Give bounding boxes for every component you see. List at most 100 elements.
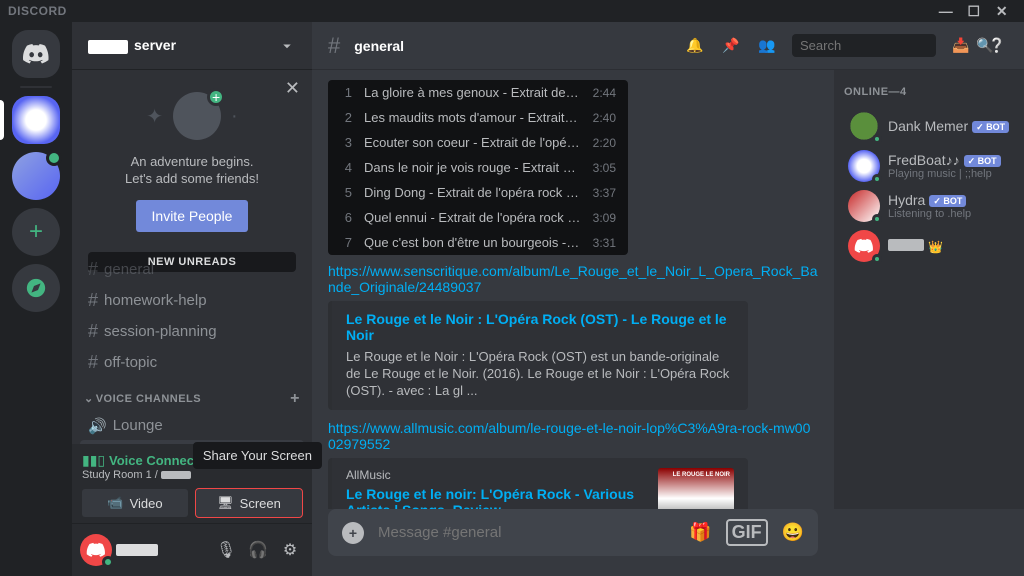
track-number: 5 [340,185,352,200]
invite-text-1: An adventure begins. [88,154,296,171]
hashtag-icon: # [88,290,98,311]
track-title: Dans le noir je vois rouge - Extrait de … [364,160,581,175]
server-icon-2[interactable] [12,152,60,200]
gif-button[interactable]: GIF [726,519,768,546]
embed-title[interactable]: Le Rouge et le noir: L'Opéra Rock - Vari… [346,486,644,509]
bot-tag: ✓ BOT [929,195,966,207]
track-number: 2 [340,110,352,125]
app-logo-text: DISCORD [8,4,67,18]
track-title: Ecouter son coeur - Extrait de l'opéra r… [364,135,581,150]
mute-icon[interactable]: 🎙 [212,540,240,560]
voice-lounge[interactable]: 🔊Lounge [80,412,304,440]
track-number: 3 [340,135,352,150]
user-area: 🎙 🎧 ⚙ [72,524,312,576]
help-icon[interactable]: ❔ [986,37,1008,54]
track-row[interactable]: 3 Ecouter son coeur - Extrait de l'opéra … [328,130,628,155]
invite-card: ✕ ✦ + · An adventure begins. Let's add s… [72,70,312,248]
member-list: ONLINE—4 Dank Memer✓ BOT FredBoat♪♪✓ BOT… [834,70,1024,509]
voice-connected-panel: Share Your Screen ▮▮▯ Voice Connected St… [72,444,312,524]
members-icon[interactable]: 👥 [756,37,778,54]
message-list[interactable]: 1 La gloire à mes genoux - Extrait de l'o… [312,70,834,509]
invite-avatar-placeholder: + [173,92,221,140]
voice-category[interactable]: ⌄VOICE CHANNELS+ [80,378,304,412]
screen-share-button[interactable]: 🖥Screen [196,489,302,517]
emoji-icon[interactable]: 😀 [782,522,804,543]
notifications-icon[interactable]: 🔔 [684,37,706,54]
add-channel-icon[interactable]: + [290,390,300,408]
window-close[interactable]: ✕ [988,3,1016,20]
invite-people-button[interactable]: Invite People [136,200,249,232]
attach-button[interactable]: + [342,522,364,544]
track-row[interactable]: 1 La gloire à mes genoux - Extrait de l'o… [328,80,628,105]
close-icon[interactable]: ✕ [285,78,300,99]
embed-title[interactable]: Le Rouge et le Noir : L'Opéra Rock (OST)… [346,311,734,343]
channel-header: # general 🔔 📌 👥 🔍 📥 ❔ [312,22,1024,70]
self-avatar[interactable] [80,534,112,566]
server-badge-icon [46,150,62,166]
settings-icon[interactable]: ⚙ [276,540,304,560]
track-duration: 2:20 [593,136,616,150]
track-duration: 2:44 [593,86,616,100]
bot-tag: ✓ BOT [964,155,1001,167]
server-divider [20,86,52,88]
track-duration: 3:05 [593,161,616,175]
channel-session-planning[interactable]: #session-planning [80,316,304,347]
camera-icon: 📹 [107,495,123,511]
avatar [848,110,880,142]
avatar [848,190,880,222]
hashtag-icon: # [328,33,340,59]
member-category: ONLINE—4 [844,86,1014,98]
server-header[interactable]: server [72,22,312,70]
spotify-tracklist-embed: 1 La gloire à mes genoux - Extrait de l'o… [328,80,628,255]
server-icon-current[interactable] [12,96,60,144]
explore-button[interactable] [12,264,60,312]
avatar [848,230,880,262]
link-senscritique[interactable]: https://www.senscritique.com/album/Le_Ro… [328,263,818,295]
track-row[interactable]: 6Quel ennui - Extrait de l'opéra rock 'L… [328,205,628,230]
track-number: 7 [340,235,352,250]
add-server-button[interactable]: + [12,208,60,256]
member-dank-memer[interactable]: Dank Memer✓ BOT [844,106,1014,146]
track-title: La gloire à mes genoux - Extrait de l'op… [364,85,581,100]
channel-off-topic[interactable]: #off-topic [80,347,304,378]
track-duration: 2:40 [593,111,616,125]
track-row[interactable]: 2Les maudits mots d'amour - Extrait de l… [328,105,628,130]
window-minimize[interactable]: — [932,3,960,19]
track-duration: 3:37 [593,186,616,200]
track-row[interactable]: 5Ding Dong - Extrait de l'opéra rock 'Le… [328,180,628,205]
member-fredboat[interactable]: FredBoat♪♪✓ BOTPlaying music | ;;help [844,146,1014,186]
home-button[interactable] [12,30,60,78]
speaker-icon: 🔊 [88,417,107,435]
sparkle-icon: · [231,105,238,128]
channel-general-partial[interactable]: #general [80,254,304,285]
status-dot [102,556,114,568]
member-name-redacted [888,239,924,251]
member-user[interactable]: 👑 [844,226,1014,266]
inbox-icon[interactable]: 📥 [950,37,972,54]
track-duration: 3:09 [593,211,616,225]
message-input-bar: + 🎁 GIF 😀 [312,509,834,576]
gift-icon[interactable]: 🎁 [689,522,711,543]
deafen-icon[interactable]: 🎧 [244,540,272,560]
invite-text-2: Let's add some friends! [88,171,296,188]
server-name-redacted [88,40,128,54]
track-row[interactable]: 7 Que c'est bon d'être un bourgeois - Ext… [328,230,628,255]
track-number: 1 [340,85,352,100]
screen-share-tooltip: Share Your Screen [193,442,322,469]
plus-badge-icon: + [207,88,225,106]
embed-thumbnail [658,468,734,509]
track-title: Que c'est bon d'être un bourgeois - Extr… [364,235,581,250]
channel-homework-help[interactable]: #homework-help [80,285,304,316]
track-row[interactable]: 4Dans le noir je vois rouge - Extrait de… [328,155,628,180]
member-hydra[interactable]: Hydra✓ BOTListening to .help [844,186,1014,226]
search-box[interactable]: 🔍 [792,34,936,57]
member-status: Listening to .help [888,208,1010,220]
signal-icon: ▮▮▯ [82,452,105,468]
link-allmusic[interactable]: https://www.allmusic.com/album/le-rouge-… [328,420,810,452]
video-button[interactable]: 📹Video [82,489,188,517]
pinned-icon[interactable]: 📌 [720,37,742,54]
window-maximize[interactable]: ☐ [960,3,988,20]
self-name-redacted [116,544,158,556]
message-link: https://www.senscritique.com/album/Le_Ro… [328,263,818,295]
message-input[interactable] [378,524,675,541]
